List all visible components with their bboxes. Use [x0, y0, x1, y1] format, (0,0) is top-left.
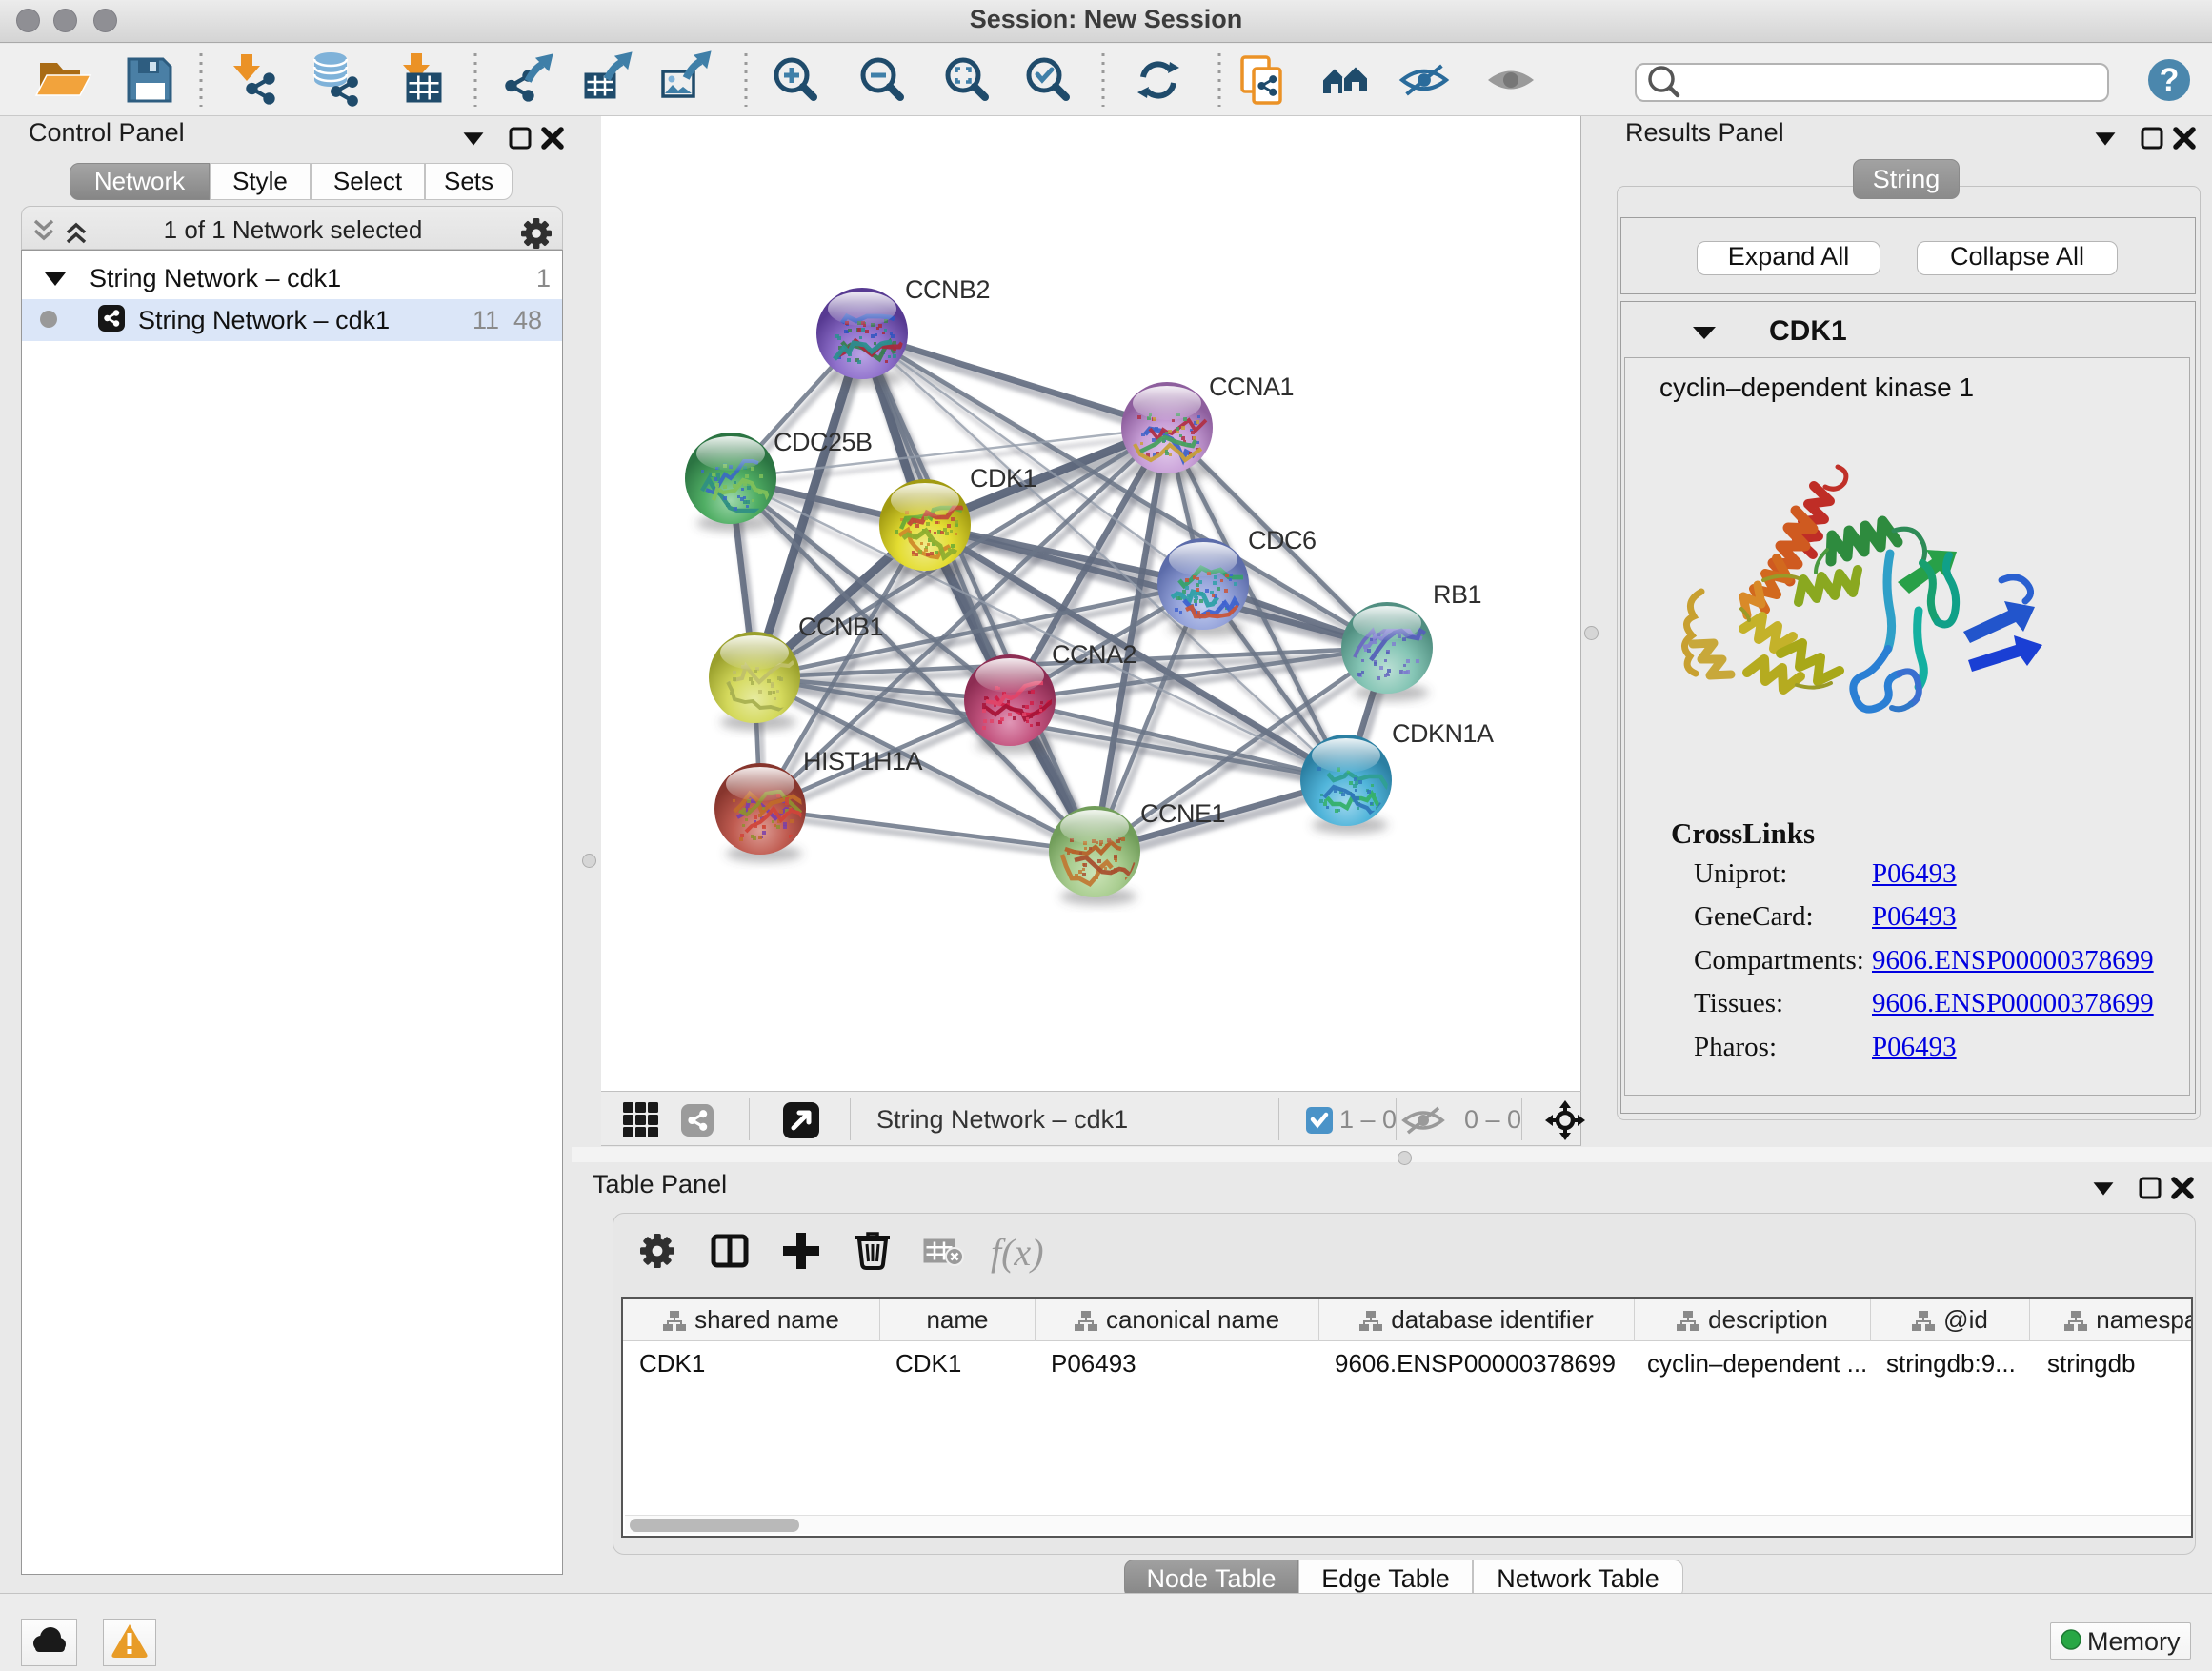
svg-text:RB1: RB1: [1433, 580, 1481, 609]
svg-text:CDC25B: CDC25B: [774, 428, 873, 456]
svg-text:CDK1: CDK1: [970, 464, 1036, 493]
svg-text:CCNB1: CCNB1: [798, 613, 883, 641]
svg-text:CCNB2: CCNB2: [905, 275, 990, 304]
svg-text:HIST1H1A: HIST1H1A: [803, 747, 923, 775]
svg-text:CDC6: CDC6: [1248, 526, 1317, 554]
svg-text:CCNA1: CCNA1: [1209, 372, 1294, 401]
svg-text:CCNA2: CCNA2: [1052, 640, 1136, 669]
svg-text:CDKN1A: CDKN1A: [1392, 719, 1494, 748]
svg-text:CCNE1: CCNE1: [1140, 799, 1225, 828]
